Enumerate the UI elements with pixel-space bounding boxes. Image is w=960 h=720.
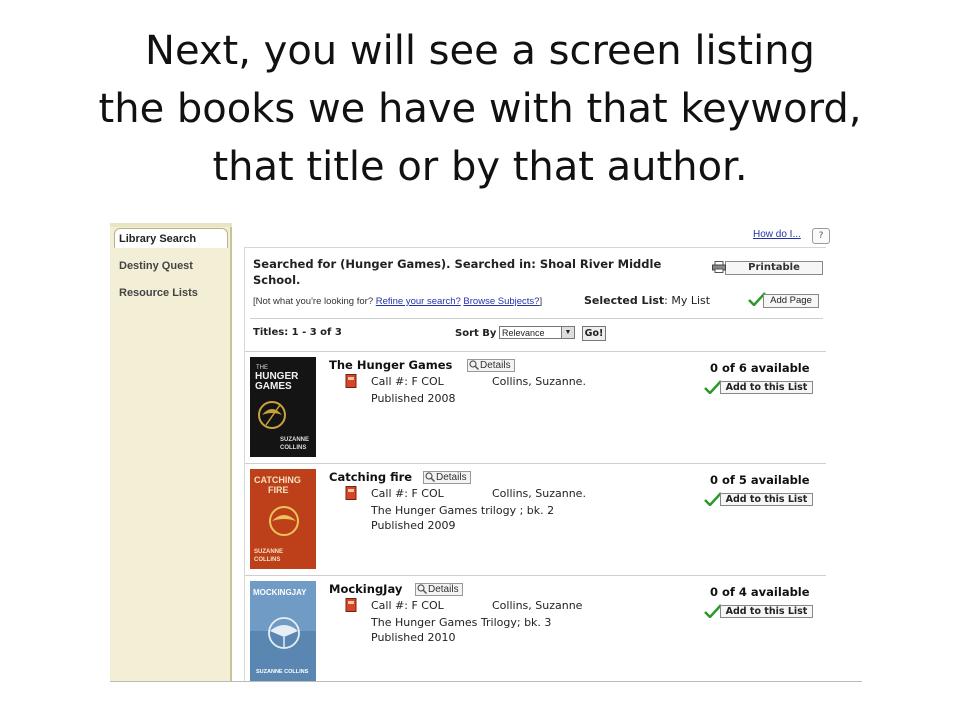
sidebar-item-destiny-quest[interactable]: Destiny Quest bbox=[119, 260, 193, 272]
selected-list: Selected List: My List bbox=[584, 294, 710, 307]
book-icon bbox=[345, 486, 357, 500]
published: Published 2010 bbox=[371, 631, 456, 644]
sidebar-item-resource-lists[interactable]: Resource Lists bbox=[119, 287, 198, 299]
selected-list-value: : My List bbox=[664, 294, 711, 307]
search-results-panel: Searched for (Hunger Games). Searched in… bbox=[244, 247, 826, 681]
availability: 0 of 4 available bbox=[710, 585, 810, 599]
cover-text: SUZANNE COLLINS bbox=[256, 669, 309, 675]
not-what-prefix: [Not what you're looking for? bbox=[253, 296, 376, 307]
details-label: Details bbox=[428, 584, 459, 595]
svg-text:COLLINS: COLLINS bbox=[254, 557, 280, 563]
slide-title: Next, you will see a screen listing the … bbox=[0, 22, 960, 196]
printable-label: Printable bbox=[748, 262, 800, 273]
magnifier-icon bbox=[417, 584, 427, 594]
call-number: Call #: F COL bbox=[371, 375, 444, 388]
sort-select-value: Relevance bbox=[502, 328, 545, 338]
cover-text: MOCKINGJAY bbox=[253, 588, 307, 597]
book-title-link[interactable]: Catching fire bbox=[329, 470, 412, 484]
cover-text: FIRE bbox=[268, 485, 289, 495]
published: Published 2008 bbox=[371, 392, 456, 405]
divider bbox=[250, 318, 823, 319]
sidebar-item-library-search[interactable]: Library Search bbox=[114, 228, 228, 248]
book-title-link[interactable]: MockingJay bbox=[329, 582, 402, 596]
call-number: Call #: F COL bbox=[371, 599, 444, 612]
selected-list-label: Selected List bbox=[584, 294, 665, 307]
sidebar: Library Search Destiny Quest Resource Li… bbox=[110, 223, 232, 681]
call-number: Call #: F COL bbox=[371, 487, 444, 500]
chevron-down-icon: ▼ bbox=[561, 327, 574, 338]
author: Collins, Suzanne. bbox=[492, 375, 586, 388]
searched-for-text: Searched for (Hunger Games). Searched in… bbox=[253, 257, 662, 287]
add-to-list-button[interactable]: Add to this List bbox=[720, 605, 813, 618]
cover-text: GAMES bbox=[255, 381, 292, 392]
sidebar-top-bar bbox=[110, 223, 232, 227]
details-label: Details bbox=[436, 472, 467, 483]
book-icon bbox=[345, 374, 357, 388]
printable-button[interactable]: Printable bbox=[712, 261, 823, 275]
slide-title-line-3: that title or by that author. bbox=[212, 144, 748, 190]
result-row-3: MOCKINGJAY SUZANNE COLLINS MockingJay De… bbox=[245, 575, 826, 681]
svg-text:SUZANNE: SUZANNE bbox=[280, 437, 309, 443]
browse-subjects-link[interactable]: Browse Subjects? bbox=[463, 296, 539, 307]
book-cover-mockingjay[interactable]: MOCKINGJAY SUZANNE COLLINS bbox=[250, 581, 316, 681]
book-cover-hunger-games[interactable]: THE HUNGER GAMES SUZANNE COLLINS bbox=[250, 357, 316, 457]
sort-select[interactable]: Relevance ▼ bbox=[499, 326, 575, 339]
magnifier-icon bbox=[425, 472, 435, 482]
svg-text:COLLINS: COLLINS bbox=[280, 445, 306, 451]
details-button[interactable]: Details bbox=[467, 359, 515, 372]
details-button[interactable]: Details bbox=[423, 471, 471, 484]
details-button[interactable]: Details bbox=[415, 583, 463, 596]
help-link[interactable]: How do I... bbox=[753, 229, 801, 240]
refine-search-link[interactable]: Refine your search? bbox=[376, 296, 461, 307]
cover-text: CATCHING bbox=[254, 475, 301, 485]
add-to-list-button[interactable]: Add to this List bbox=[720, 381, 813, 394]
help-question-icon[interactable]: ? bbox=[812, 228, 830, 244]
availability: 0 of 6 available bbox=[710, 361, 810, 375]
printer-icon bbox=[712, 261, 726, 273]
not-what-suffix: ] bbox=[539, 296, 543, 307]
add-to-list-button[interactable]: Add to this List bbox=[720, 493, 813, 506]
add-page-button[interactable]: Add Page bbox=[763, 294, 819, 308]
go-button[interactable]: Go! bbox=[582, 326, 606, 341]
svg-text:SUZANNE: SUZANNE bbox=[254, 549, 283, 555]
availability: 0 of 5 available bbox=[710, 473, 810, 487]
details-label: Details bbox=[480, 360, 511, 371]
result-row-1: THE HUNGER GAMES SUZANNE COLLINS The Hun… bbox=[245, 351, 826, 464]
author: Collins, Suzanne bbox=[492, 599, 583, 612]
magnifier-icon bbox=[469, 360, 479, 370]
titles-count: Titles: 1 - 3 of 3 bbox=[253, 327, 342, 338]
sort-by-label: Sort By bbox=[455, 328, 497, 339]
slide-title-line-2: the books we have with that keyword, bbox=[98, 86, 862, 132]
series: The Hunger Games trilogy ; bk. 2 bbox=[371, 504, 555, 517]
not-what-looking-for: [Not what you're looking for? Refine you… bbox=[253, 296, 542, 307]
book-icon bbox=[345, 598, 357, 612]
series: The Hunger Games Trilogy; bk. 3 bbox=[371, 616, 552, 629]
book-cover-catching-fire[interactable]: CATCHING FIRE SUZANNE COLLINS bbox=[250, 469, 316, 569]
published: Published 2009 bbox=[371, 519, 456, 532]
slide-title-line-1: Next, you will see a screen listing bbox=[145, 28, 815, 74]
author: Collins, Suzanne. bbox=[492, 487, 586, 500]
destiny-screenshot: Library Search Destiny Quest Resource Li… bbox=[110, 223, 862, 682]
result-row-2: CATCHING FIRE SUZANNE COLLINS Catching f… bbox=[245, 463, 826, 576]
book-title-link[interactable]: The Hunger Games bbox=[329, 358, 452, 372]
